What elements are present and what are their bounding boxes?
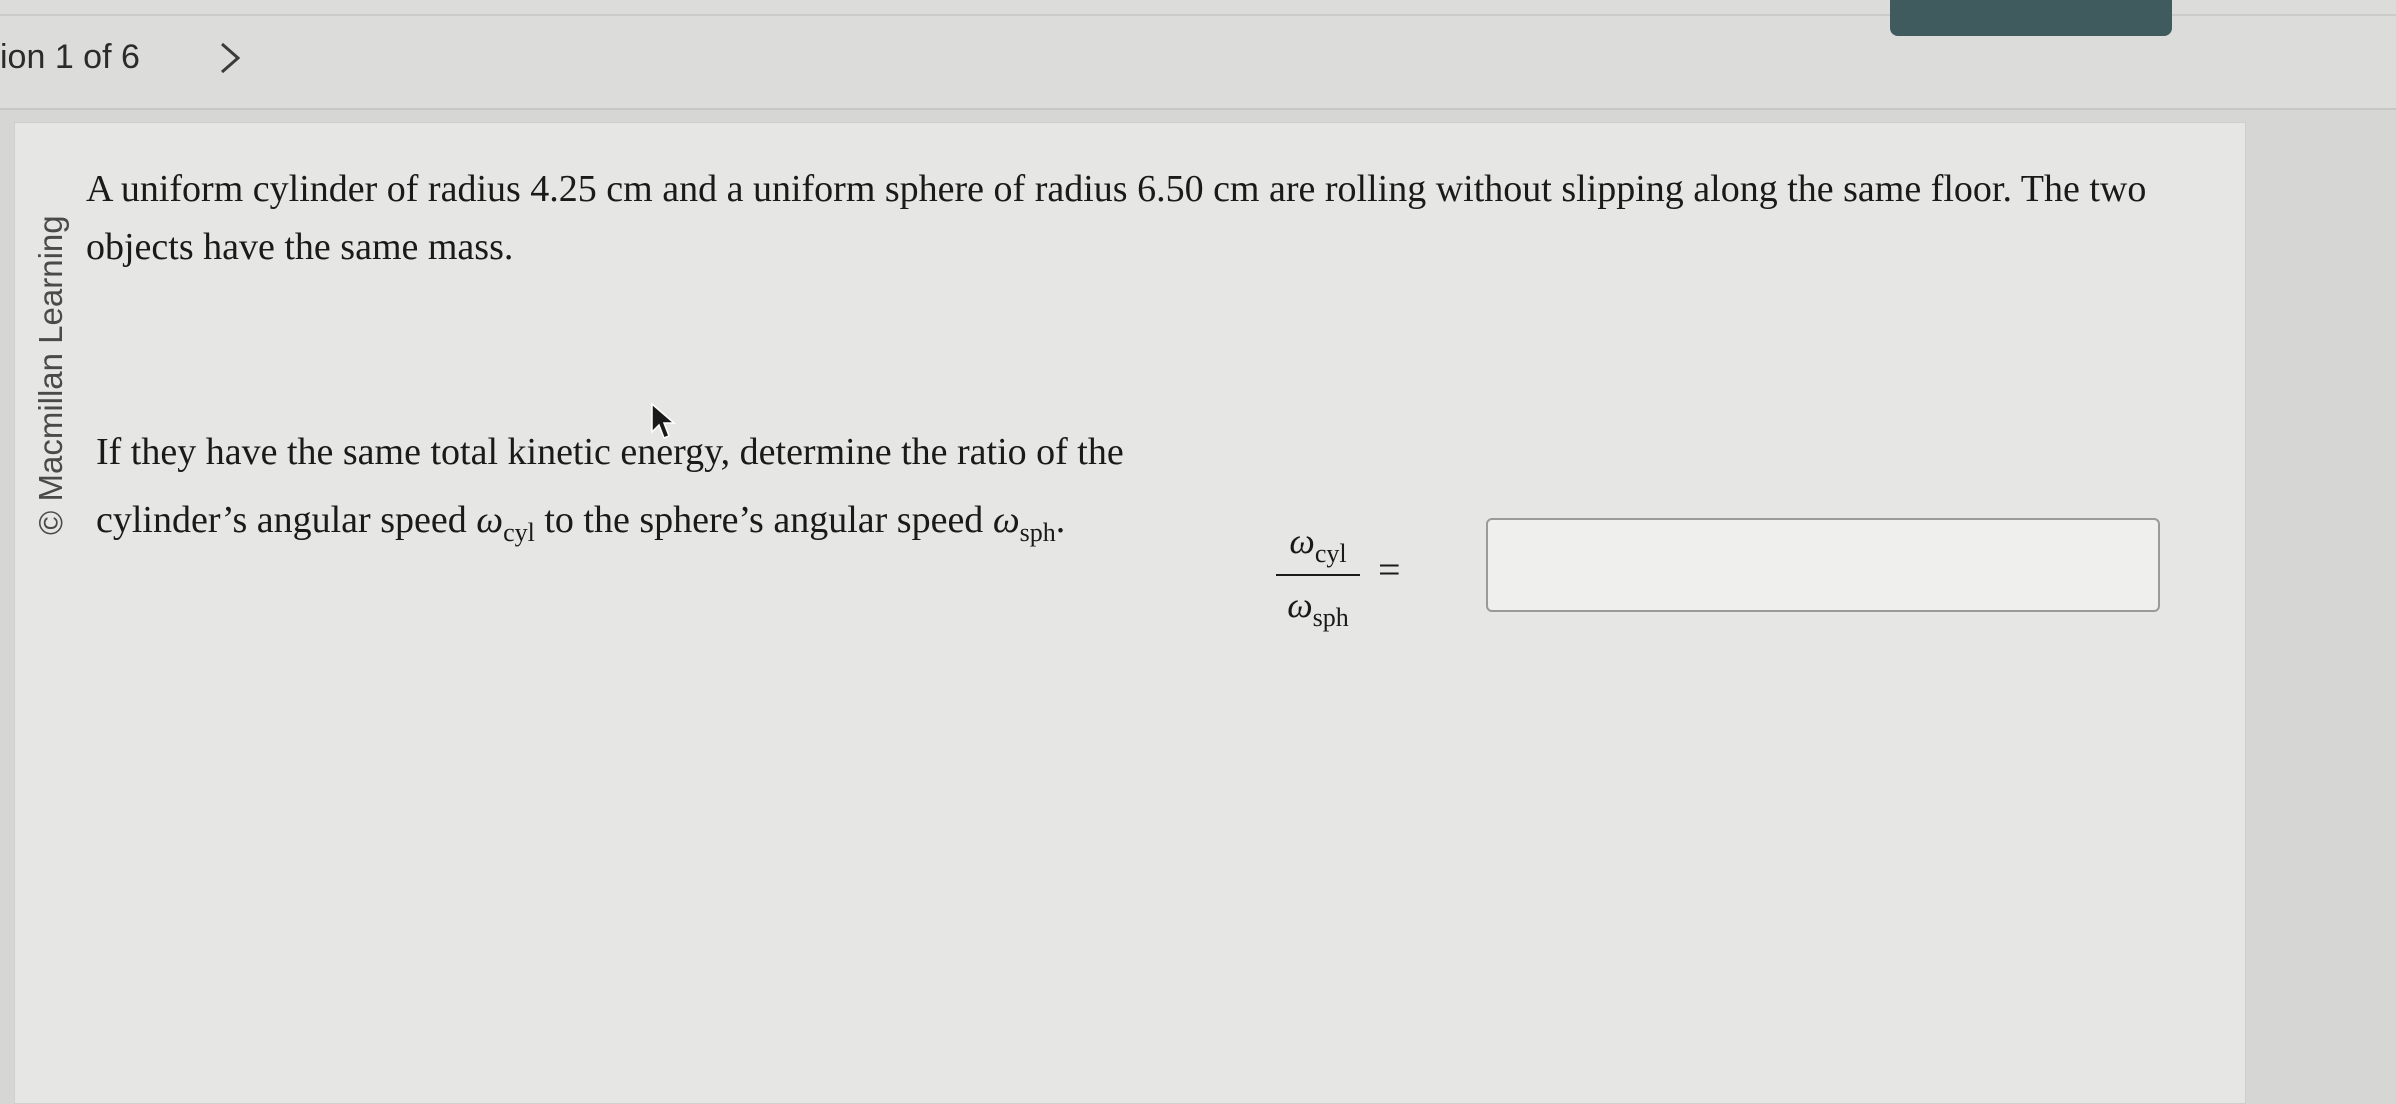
- copyright-notice: © Macmillan Learning: [32, 215, 69, 535]
- ratio-fraction: ωcyl ωsph: [1270, 520, 1366, 632]
- omega-sph-subscript: sph: [1019, 518, 1056, 547]
- denominator-symbol: ω: [1287, 585, 1313, 625]
- question-part-3: .: [1055, 499, 1066, 541]
- numerator-subscript: cyl: [1314, 539, 1347, 568]
- omega-cyl-symbol: ω: [476, 499, 504, 541]
- mouse-cursor-icon: [651, 402, 677, 439]
- answer-input[interactable]: [1486, 518, 2160, 612]
- fraction-bar: [1276, 574, 1360, 576]
- answer-button[interactable]: [1890, 0, 2172, 36]
- omega-sph-symbol: ω: [992, 499, 1020, 541]
- fraction-numerator: ωcyl: [1270, 520, 1366, 568]
- question-counter: ion 1 of 6: [0, 38, 140, 76]
- omega-cyl-subscript: cyl: [503, 518, 535, 547]
- equals-sign: =: [1378, 547, 1401, 592]
- numerator-symbol: ω: [1289, 521, 1315, 561]
- question-part-2: to the sphere’s angular speed: [534, 499, 993, 541]
- problem-statement: A uniform cylinder of radius 4.25 cm and…: [86, 168, 2147, 268]
- chevron-right-icon: [221, 42, 241, 74]
- top-bar: ion 1 of 6: [0, 0, 2396, 110]
- fraction-denominator: ωsph: [1270, 584, 1366, 632]
- next-question-button[interactable]: [210, 36, 250, 80]
- denominator-subscript: sph: [1312, 603, 1349, 632]
